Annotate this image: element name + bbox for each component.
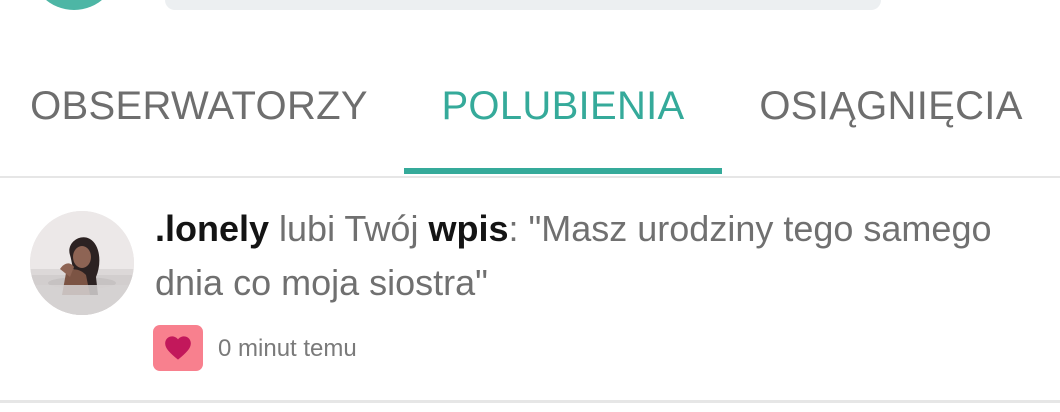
search-bar[interactable] bbox=[165, 0, 881, 10]
user-photo-icon bbox=[30, 211, 134, 315]
active-tab-indicator bbox=[404, 168, 722, 174]
notification-object[interactable]: wpis bbox=[428, 208, 508, 249]
notification-action: lubi Twój bbox=[269, 208, 429, 249]
tab-likes[interactable]: POLUBIENIA bbox=[404, 58, 722, 176]
like-notification[interactable]: .lonely lubi Twój wpis: "Masz urodziny t… bbox=[0, 178, 1060, 400]
tab-bar: OBSERWATORZY POLUBIENIA OSIĄGNIĘCIA bbox=[0, 58, 1060, 176]
like-badge bbox=[153, 325, 203, 371]
heart-icon bbox=[165, 336, 191, 360]
notifications-screen: OBSERWATORZY POLUBIENIA OSIĄGNIĘCIA .lon… bbox=[0, 0, 1060, 412]
tab-achievements[interactable]: OSIĄGNIĘCIA bbox=[722, 58, 1060, 176]
profile-avatar[interactable] bbox=[30, 0, 118, 10]
notification-username[interactable]: .lonely bbox=[155, 208, 269, 249]
tab-observers[interactable]: OBSERWATORZY bbox=[0, 58, 398, 176]
divider bbox=[0, 400, 1060, 403]
notification-timestamp: 0 minut temu bbox=[218, 335, 357, 362]
notification-message: .lonely lubi Twój wpis: "Masz urodziny t… bbox=[155, 202, 1035, 310]
user-avatar[interactable] bbox=[30, 211, 134, 315]
